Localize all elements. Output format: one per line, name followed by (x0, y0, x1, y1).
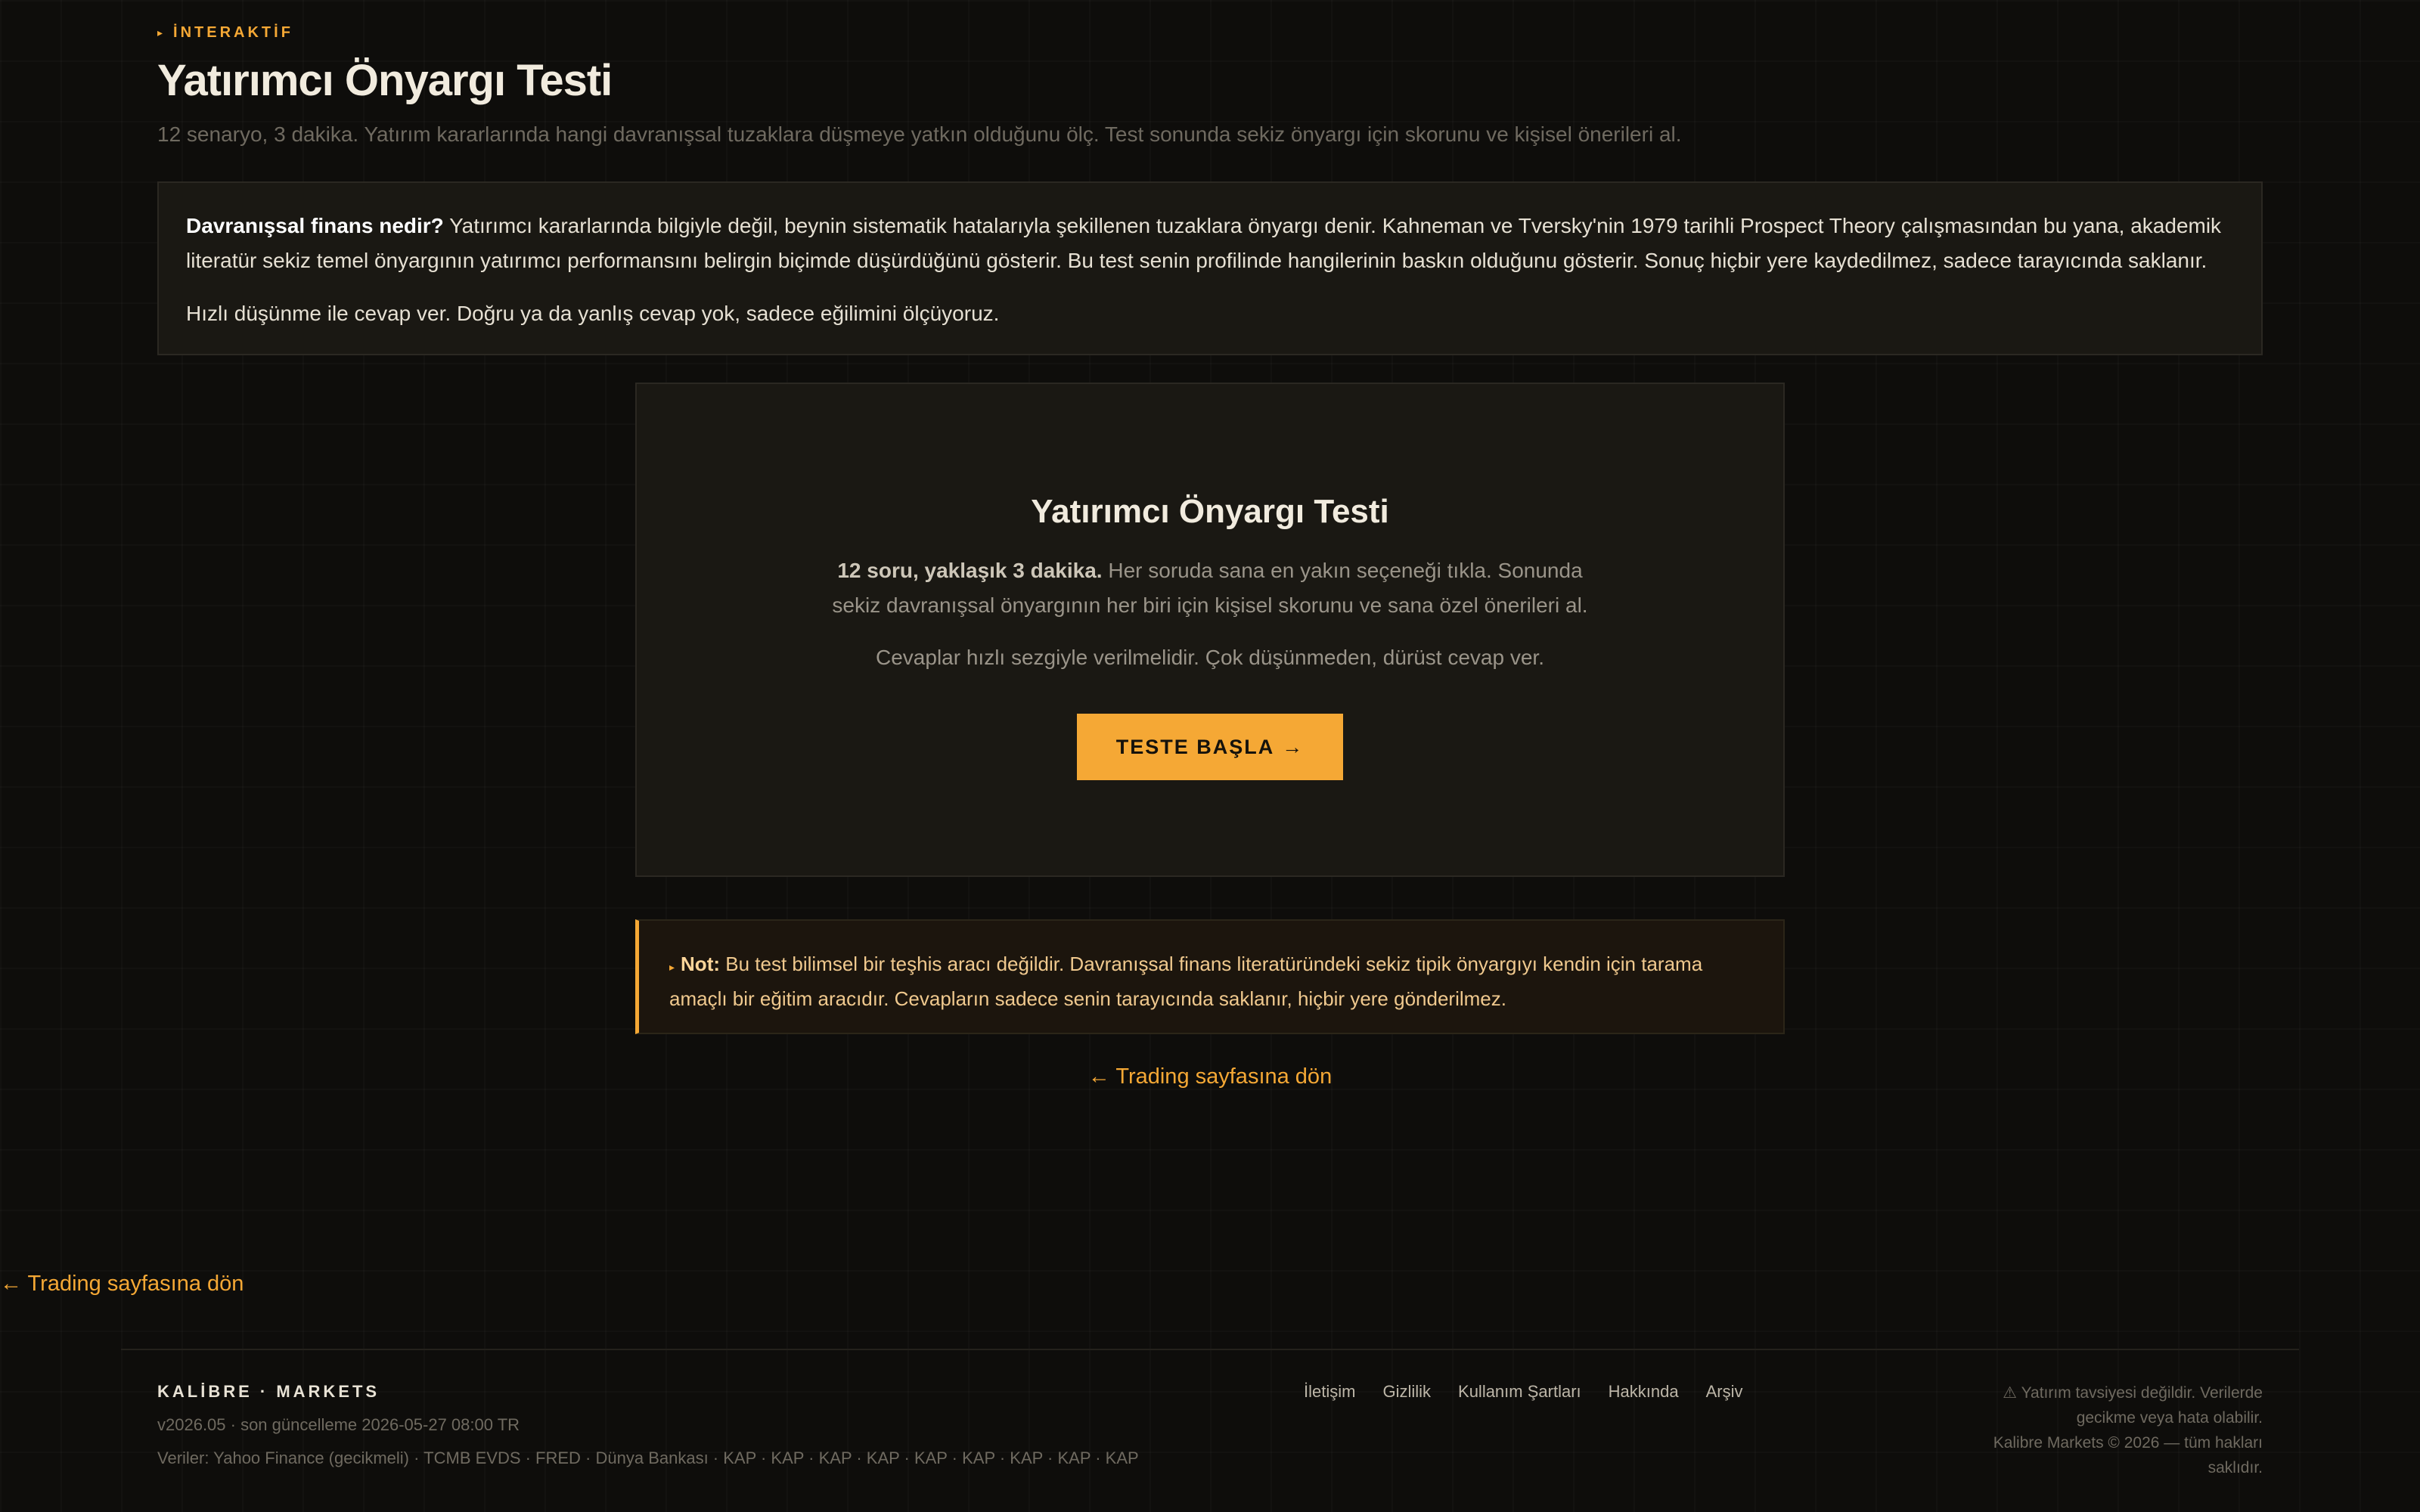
intro-panel: Davranışsal finans nedir? Yatırımcı kara… (157, 181, 2263, 355)
eyebrow-label: İNTERAKTİF (173, 24, 293, 41)
disclaimer-warning: ⚠ Yatırım tavsiyesi değildir. Verilerde … (2003, 1384, 2263, 1427)
start-test-button[interactable]: TESTE BAŞLA → (1077, 714, 1343, 780)
footer-links: İletişim Gizlilik Kullanım Şartları Hakk… (1304, 1382, 1742, 1402)
triangle-right-icon: ▸ (157, 26, 166, 39)
footer-link-about[interactable]: Hakkında (1609, 1382, 1679, 1402)
footer-link-terms[interactable]: Kullanım Şartları (1458, 1382, 1581, 1402)
intro-paragraph: Davranışsal finans nedir? Yatırımcı kara… (186, 209, 2234, 278)
page-header: ▸ İNTERAKTİF Yatırımcı Önyargı Testi 12 … (157, 24, 2263, 147)
footer-link-privacy[interactable]: Gizlilik (1382, 1382, 1431, 1402)
intro-body: Yatırımcı kararlarında bilgiyle değil, b… (186, 214, 2222, 272)
arrow-right-icon: → (1282, 735, 1305, 758)
footer-disclaimer: ⚠ Yatırım tavsiyesi değildir. Verilerde … (1945, 1380, 2263, 1480)
intro-second-paragraph: Hızlı düşünme ile cevap ver. Doğru ya da… (186, 302, 1000, 325)
page-subtitle: 12 senaryo, 3 dakika. Yatırım kararların… (157, 122, 1682, 146)
intro-lead: Davranışsal finans nedir? (186, 214, 444, 237)
section-eyebrow: ▸ İNTERAKTİF (157, 24, 2263, 42)
disclaimer-copyright: Kalibre Markets © 2026 — tüm hakları sak… (1993, 1434, 2263, 1476)
footer-link-contact[interactable]: İletişim (1304, 1382, 1355, 1402)
note-label: Not: (681, 953, 721, 975)
footer-link-archive[interactable]: Arşiv (1706, 1382, 1743, 1402)
back-to-trading-link[interactable]: ← Trading sayfasına dön (0, 1064, 2420, 1089)
note-text: Bu test bilimsel bir teşhis aracı değild… (669, 953, 1703, 1010)
footer-data-sources: Veriler: Yahoo Finance (gecikmeli) · TCM… (157, 1448, 1139, 1467)
card-hint: Cevaplar hızlı sezgiyle verilmelidir. Ço… (876, 646, 1544, 669)
triangle-right-icon: ▸ (669, 961, 675, 973)
note-callout: ▸ Not: Bu test bilimsel bir teşhis aracı … (635, 919, 1785, 1034)
card-description: 12 soru, yaklaşık 3 dakika. Her soruda s… (828, 553, 1592, 623)
page-title: Yatırımcı Önyargı Testi (157, 56, 613, 105)
back-to-trading-link-bottom[interactable]: ← Trading sayfasına dön (0, 1272, 244, 1297)
footer-divider (121, 1349, 2299, 1350)
footer-brand: KALİBRE · MARKETS (157, 1382, 380, 1401)
card-desc-bold: 12 soru, yaklaşık 3 dakika. (837, 559, 1103, 582)
card-title: Yatırımcı Önyargı Testi (1031, 493, 1389, 530)
footer-version: v2026.05 · son güncelleme 2026-05-27 08:… (157, 1415, 520, 1434)
quiz-start-card: Yatırımcı Önyargı Testi 12 soru, yaklaşı… (635, 383, 1785, 877)
start-test-label: TESTE BAŞLA (1115, 735, 1275, 758)
